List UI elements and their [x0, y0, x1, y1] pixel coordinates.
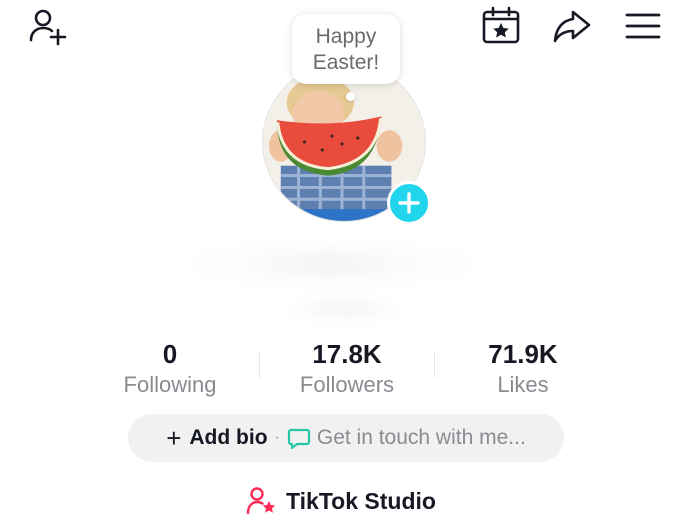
stat-label: Followers — [299, 372, 395, 397]
creator-star-icon — [246, 487, 276, 515]
bio-actions: + Add bio · Get in touch with me... — [128, 414, 564, 462]
stat-value: 71.9K — [488, 339, 558, 369]
chat-bubble-icon — [287, 428, 310, 450]
blurred-username — [280, 294, 410, 324]
tiktok-studio-link[interactable]: TikTok Studio — [246, 484, 436, 518]
bio-separator: · — [274, 429, 280, 446]
add-bio-button[interactable]: + Add bio — [166, 425, 267, 451]
stat-value: 17.8K — [312, 339, 382, 369]
stat-divider — [259, 352, 260, 378]
blurred-display-name — [160, 236, 500, 292]
get-in-touch-button[interactable]: Get in touch with me... — [287, 426, 526, 450]
add-bio-label: Add bio — [189, 426, 268, 449]
stat-followers[interactable]: 17.8K Followers — [267, 338, 427, 399]
stat-likes[interactable]: 71.9K Likes — [443, 338, 603, 399]
profile-page: Happy Easter! 0 Following 17.8K Follower… — [0, 0, 692, 526]
get-in-touch-label: Get in touch with me... — [316, 426, 526, 449]
stat-label: Likes — [497, 372, 549, 397]
avatar-add-button[interactable] — [387, 181, 431, 225]
add-friend-icon[interactable] — [28, 6, 72, 46]
stat-divider — [434, 352, 435, 378]
plus-icon — [398, 192, 420, 214]
stat-value: 0 — [162, 339, 178, 369]
calendar-star-icon[interactable] — [481, 6, 523, 46]
note-bubble[interactable]: Happy Easter! — [292, 14, 400, 84]
menu-icon[interactable] — [624, 10, 662, 42]
stat-following[interactable]: 0 Following — [90, 338, 250, 399]
tiktok-studio-label: TikTok Studio — [286, 487, 436, 514]
note-bubble-tail — [346, 92, 355, 101]
stat-label: Following — [123, 372, 217, 397]
share-icon[interactable] — [551, 6, 593, 46]
note-text: Happy Easter! — [312, 25, 380, 74]
plus-icon: + — [166, 423, 182, 453]
